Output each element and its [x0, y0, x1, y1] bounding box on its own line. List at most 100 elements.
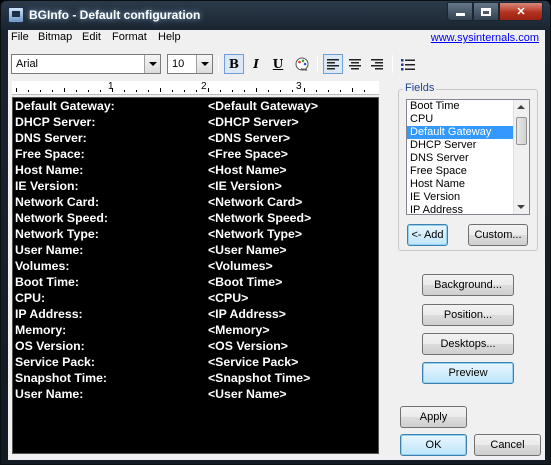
info-label: OS Version: [15, 339, 85, 353]
info-label: DNS Server: [15, 131, 87, 145]
ruler-tick [352, 88, 353, 92]
field-list-item[interactable]: Boot Time [407, 100, 513, 113]
menu-bar: File Bitmap Edit Format Help www.sysinte… [8, 30, 545, 47]
italic-button[interactable]: I [246, 54, 266, 74]
align-center-button[interactable] [345, 54, 365, 74]
font-combobox[interactable]: Arial [11, 54, 161, 74]
underline-button[interactable]: U [268, 54, 288, 74]
chevron-down-icon[interactable] [144, 55, 160, 73]
info-editor[interactable]: Default Gateway: <Default Gateway> DHCP Se… [12, 97, 379, 454]
info-label: Volumes: [15, 259, 70, 273]
ruler-tick [148, 90, 149, 92]
field-list-item[interactable]: IP Address [407, 204, 513, 214]
info-row: Boot Time: <Boot Time> [15, 275, 375, 291]
title-bar[interactable]: BGInfo - Default configuration ✕ [1, 1, 550, 31]
ruler-tick [184, 90, 185, 92]
info-field-tag: <Network Card> [208, 195, 303, 209]
desktops-button[interactable]: Desktops... [422, 333, 514, 355]
position-button[interactable]: Position... [422, 304, 514, 326]
minimize-button[interactable] [447, 2, 473, 21]
preview-button[interactable]: Preview [422, 362, 514, 384]
fields-list: Boot Time CPU Default Gateway DHCP Server DN… [407, 100, 529, 214]
ruler-tick [16, 88, 17, 92]
info-row: User Name: <User Name> [15, 387, 375, 403]
menu-format[interactable]: Format [112, 31, 147, 43]
ruler-tick [340, 90, 341, 92]
scroll-up-icon[interactable] [517, 105, 525, 109]
info-field-tag: <OS Version> [208, 339, 288, 353]
menu-bitmap[interactable]: Bitmap [38, 31, 72, 43]
font-size-combobox[interactable]: 10 [167, 54, 213, 74]
menu-file[interactable]: File [11, 31, 29, 43]
text-color-button[interactable] [292, 54, 312, 74]
menu-help[interactable]: Help [158, 31, 181, 43]
align-left-button[interactable] [323, 54, 343, 74]
info-row: User Name: <User Name> [15, 243, 375, 259]
bullet-list-icon [401, 58, 415, 70]
info-label: Free Space: [15, 147, 85, 161]
info-field-tag: <Default Gateway> [208, 99, 319, 113]
toolbar-separator [392, 55, 393, 73]
align-right-icon [371, 59, 383, 70]
ruler-tick [256, 88, 257, 92]
info-field-tag: <User Name> [208, 243, 287, 257]
chevron-down-icon[interactable] [196, 55, 212, 73]
field-list-item[interactable]: IE Version [407, 191, 513, 204]
info-label: Default Gateway: [15, 99, 115, 113]
fields-listbox[interactable]: Boot Time CPU Default Gateway DHCP Server DN… [406, 99, 530, 215]
ruler-tick [136, 90, 137, 92]
info-row: IE Version: <IE Version> [15, 179, 375, 195]
fields-group-title: Fields [403, 82, 437, 94]
field-list-item[interactable]: DNS Server [407, 152, 513, 165]
ruler-tick [88, 90, 89, 92]
sysinternals-link[interactable]: www.sysinternals.com [431, 32, 539, 44]
custom-field-button[interactable]: Custom... [468, 224, 528, 246]
scroll-thumb[interactable] [516, 117, 527, 145]
ruler-tick [172, 90, 173, 92]
ruler-tick [160, 88, 161, 92]
info-field-tag: <Network Type> [208, 227, 303, 241]
fields-scrollbar[interactable] [513, 100, 529, 214]
bginfo-app-icon[interactable] [8, 7, 24, 23]
info-label: Snapshot Time: [15, 371, 108, 385]
info-field-tag: <Free Space> [208, 147, 288, 161]
info-row: Free Space: <Free Space> [15, 147, 375, 163]
ruler-tick [76, 90, 77, 92]
field-list-item[interactable]: Free Space [407, 165, 513, 178]
scroll-down-icon[interactable] [517, 205, 525, 209]
background-button[interactable]: Background... [422, 274, 514, 296]
info-field-tag: <IP Address> [208, 307, 286, 321]
info-label: User Name: [15, 243, 84, 257]
bullets-button[interactable] [398, 54, 418, 74]
info-field-tag: <Boot Time> [208, 275, 283, 289]
palette-icon [295, 57, 309, 71]
ruler-tick [232, 90, 233, 92]
window-title: BGInfo - Default configuration [29, 8, 201, 22]
info-field-tag: <Memory> [208, 323, 270, 337]
bold-button[interactable]: B [224, 54, 244, 74]
ruler-tick [208, 88, 209, 92]
ruler-tick [64, 88, 65, 92]
field-list-item[interactable]: Default Gateway [407, 126, 513, 139]
apply-button[interactable]: Apply [400, 406, 467, 428]
cancel-button[interactable]: Cancel [474, 434, 541, 456]
ruler[interactable]: 1 2 3 [12, 81, 379, 95]
info-field-tag: <Host Name> [208, 163, 287, 177]
maximize-button[interactable] [473, 2, 499, 21]
menu-edit[interactable]: Edit [82, 31, 101, 43]
align-left-icon [327, 59, 339, 70]
close-button[interactable]: ✕ [499, 2, 543, 21]
ok-button[interactable]: OK [400, 434, 467, 456]
ruler-tick [364, 90, 365, 92]
caption-buttons: ✕ [447, 2, 543, 21]
app-window: BGInfo - Default configuration ✕ File Bi… [0, 0, 551, 465]
field-list-item[interactable]: CPU [407, 113, 513, 126]
align-right-button[interactable] [367, 54, 387, 74]
info-label: CPU: [15, 291, 46, 305]
ruler-tick [196, 90, 197, 92]
field-list-item[interactable]: Host Name [407, 178, 513, 191]
ruler-tick [328, 90, 329, 92]
field-list-item[interactable]: DHCP Server [407, 139, 513, 152]
font-value: Arial [16, 58, 39, 70]
add-field-button[interactable]: <- Add [407, 224, 448, 246]
